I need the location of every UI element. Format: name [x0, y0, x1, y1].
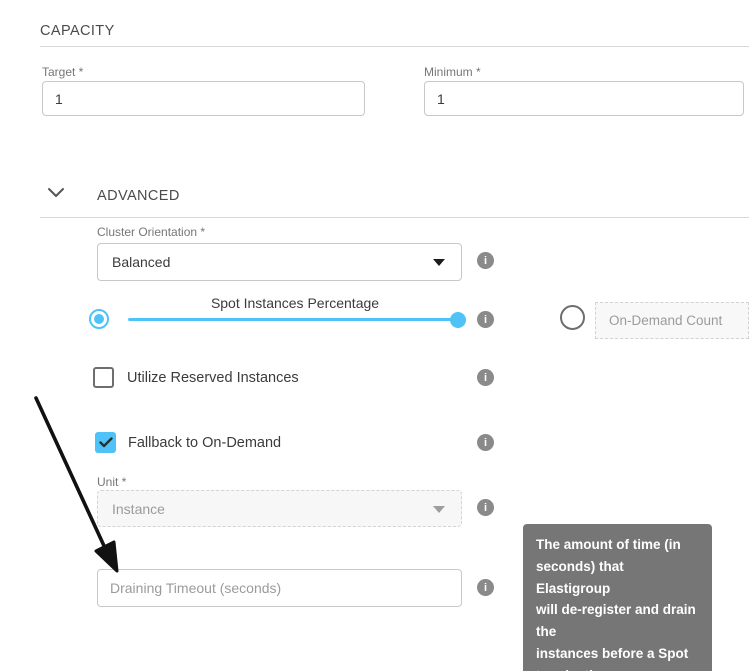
info-icon-glyph: i	[484, 582, 487, 594]
on-demand-count-input	[595, 302, 749, 339]
spot-percentage-slider[interactable]	[128, 318, 458, 321]
fallback-on-demand-checkbox[interactable]	[95, 432, 116, 453]
spot-percentage-label: Spot Instances Percentage	[128, 295, 462, 311]
info-icon-glyph: i	[484, 437, 487, 449]
fallback-on-demand-label: Fallback to On-Demand	[128, 435, 281, 451]
target-label: Target *	[42, 65, 83, 79]
minimum-label: Minimum *	[424, 65, 481, 79]
info-icon-glyph: i	[484, 255, 487, 267]
info-icon-glyph: i	[484, 372, 487, 384]
unit-select: Instance	[97, 490, 462, 527]
advanced-divider	[40, 217, 749, 218]
capacity-section-title: CAPACITY	[40, 23, 115, 39]
target-input[interactable]	[42, 81, 365, 116]
cluster-orientation-select[interactable]: Balanced	[97, 243, 462, 281]
elastigroup-capacity-panel: CAPACITY Target * Minimum * ADVANCED Clu…	[0, 0, 749, 671]
spot-percentage-info-icon[interactable]: i	[477, 311, 494, 328]
info-icon-glyph: i	[484, 314, 487, 326]
draining-timeout-tooltip: The amount of time (in seconds) that Ela…	[523, 524, 712, 671]
radio-dot	[94, 314, 104, 324]
unit-value: Instance	[112, 501, 165, 517]
info-icon-glyph: i	[484, 502, 487, 514]
caret-down-icon	[433, 259, 445, 266]
spot-percentage-slider-thumb[interactable]	[450, 312, 466, 328]
draining-timeout-input[interactable]	[97, 569, 462, 607]
checkmark-icon	[99, 437, 113, 448]
fallback-on-demand-info-icon[interactable]: i	[477, 434, 494, 451]
cluster-orientation-label: Cluster Orientation *	[97, 225, 205, 239]
on-demand-count-radio[interactable]	[560, 305, 585, 330]
draining-timeout-info-icon[interactable]: i	[477, 579, 494, 596]
cluster-orientation-info-icon[interactable]: i	[477, 252, 494, 269]
unit-info-icon[interactable]: i	[477, 499, 494, 516]
utilize-reserved-checkbox[interactable]	[93, 367, 114, 388]
spot-percentage-radio[interactable]	[89, 309, 109, 329]
cluster-orientation-value: Balanced	[112, 254, 170, 270]
minimum-input[interactable]	[424, 81, 744, 116]
capacity-divider	[40, 46, 749, 47]
unit-label: Unit *	[97, 475, 126, 489]
utilize-reserved-info-icon[interactable]: i	[477, 369, 494, 386]
utilize-reserved-label: Utilize Reserved Instances	[127, 370, 299, 386]
caret-down-icon	[433, 506, 445, 513]
advanced-section-title: ADVANCED	[97, 188, 180, 204]
chevron-down-icon[interactable]	[46, 186, 66, 205]
